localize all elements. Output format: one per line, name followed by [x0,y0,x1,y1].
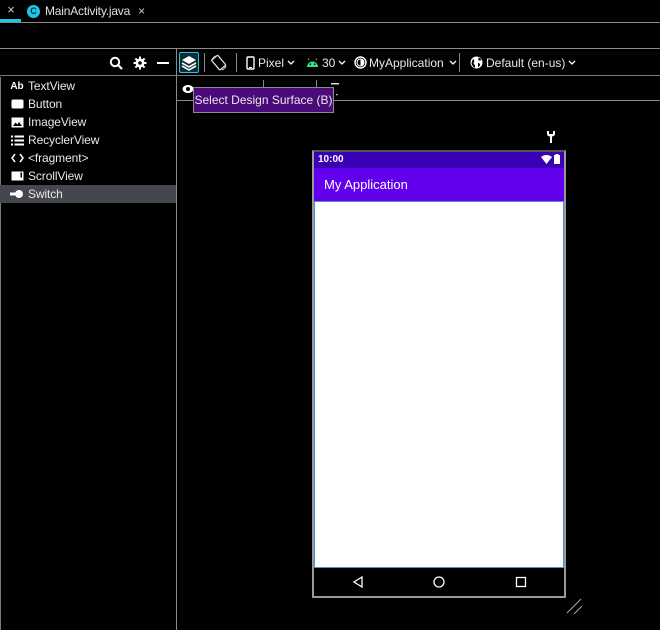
toolbar-separator [236,53,237,72]
minimize-button[interactable] [157,49,169,76]
app-title: My Application [324,177,408,192]
android-icon [307,57,318,67]
home-circle-icon [433,576,445,588]
chevron-down-icon [287,60,295,65]
nav-back-button[interactable] [351,575,365,589]
app-bar: My Application [314,168,564,201]
button-icon [10,98,24,110]
theme-selector[interactable]: MyApplication [354,49,457,76]
tab-main-activity[interactable]: C MainActivity.java × [27,2,145,20]
class-c-icon: C [27,4,40,18]
imageview-icon [10,116,24,128]
navigation-bar [314,568,564,596]
layers-icon [181,55,197,71]
locale-selector[interactable]: Default (en-us) [470,49,576,76]
wifi-icon [541,154,552,164]
recents-square-icon [515,576,527,588]
close-tab-button[interactable]: × [4,3,18,17]
palette-divider [176,49,177,630]
palette-item-label: <fragment> [28,151,89,165]
status-bar: 10:00 [314,152,564,168]
resize-handle-icon [566,598,583,615]
palette-item-textview[interactable]: Ab TextView [0,77,176,95]
gear-icon [133,56,147,69]
globe-icon [470,56,483,69]
palette-item-scrollview[interactable]: ScrollView [0,167,176,185]
palette-item-recyclerview[interactable]: RecyclerView [0,131,176,149]
minimize-icon [157,61,169,64]
theme-label: MyApplication [369,55,444,70]
device-label: Pixel [258,55,285,70]
palette-item-label: TextView [28,79,76,93]
scrollview-icon [10,170,24,182]
tooltip: Select Design Surface (B) [193,87,334,113]
api-level-label: 30 [322,55,336,70]
chevron-down-icon [449,60,457,65]
search-button[interactable] [109,49,123,76]
api-level-selector[interactable]: 30 [306,49,346,76]
settings-button[interactable] [133,49,147,76]
palette-item-switch[interactable]: Switch [0,185,176,203]
theme-icon [354,56,367,69]
rotate-device-icon [211,54,227,70]
device-settings-button[interactable] [546,130,556,147]
palette-item-imageview[interactable]: ImageView [0,113,176,131]
tab-label: MainActivity.java [45,4,131,18]
wrench-icon [547,131,555,143]
list-icon [10,134,24,146]
palette-item-label: RecyclerView [28,133,100,147]
palette-item-fragment[interactable]: <fragment> [0,149,176,167]
active-tab-indicator [0,19,21,22]
code-brackets-icon [10,152,24,164]
locale-label: Default (en-us) [486,55,566,70]
palette-item-label: Button [28,97,63,111]
device-selector[interactable]: Pixel [246,49,295,76]
select-design-surface-button[interactable] [179,52,199,73]
textview-icon: Ab [10,80,24,92]
nav-recents-button[interactable] [514,575,528,589]
palette-item-label: ImageView [28,115,87,129]
chevron-down-icon [568,60,576,65]
chevron-down-icon [338,60,346,65]
layout-canvas[interactable] [314,201,564,568]
toolbar-separator [204,53,205,72]
orientation-button[interactable] [210,49,228,76]
component-palette: Ab TextView Button ImageView RecyclerVie… [0,77,176,203]
back-triangle-icon [352,575,363,589]
palette-item-label: Switch [28,187,63,201]
search-icon [109,56,123,70]
battery-icon [554,154,560,164]
toolbar-separator [459,53,460,72]
device-preview: 10:00 My Application [312,150,566,598]
palette-item-button[interactable]: Button [0,95,176,113]
resize-handle[interactable] [566,598,584,619]
palette-item-label: ScrollView [28,169,83,183]
close-icon[interactable]: × [138,4,145,18]
editor-tab-bar: × C MainActivity.java × [0,0,660,23]
switch-icon [10,188,24,200]
phone-icon [246,55,255,70]
status-time: 10:00 [318,154,344,165]
nav-home-button[interactable] [432,575,446,589]
